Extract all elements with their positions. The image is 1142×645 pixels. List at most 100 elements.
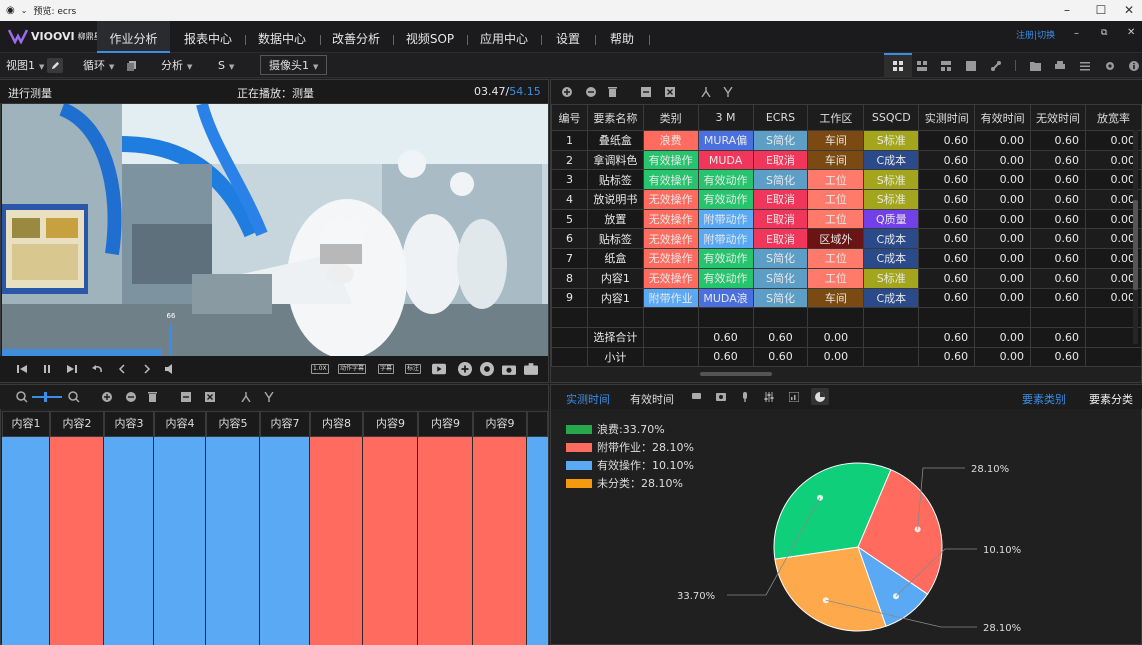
segment-bar[interactable] [363, 437, 418, 645]
col-name[interactable]: 要素名称 [586, 104, 644, 131]
cell-ssqcd[interactable]: S标准 [863, 267, 920, 289]
cell-ssqcd[interactable]: C成本 [863, 228, 920, 250]
segment-bar[interactable] [2, 437, 50, 645]
table-row[interactable]: 4 放说明书 无效操作 有效动作 E取消 工位 S标准 0.60 0.00 0.60 0.00 [551, 189, 1142, 210]
cell-ineffective[interactable]: 0.60 [1030, 208, 1086, 230]
edit-icon[interactable] [47, 58, 63, 73]
video-frame[interactable]: 66 [2, 104, 548, 356]
info-icon[interactable] [1129, 61, 1139, 71]
view-select[interactable]: 视图1 ▼ [6, 53, 44, 78]
cell-3m[interactable]: 有效动作 [697, 189, 754, 210]
menu-help[interactable]: 帮助 [604, 21, 640, 53]
tab-element-class[interactable]: 要素分类 [1089, 391, 1133, 407]
cell-name[interactable]: 纸盒 [586, 248, 644, 269]
seg-remove-icon[interactable] [126, 392, 136, 402]
cell-no[interactable]: 9 [551, 287, 588, 309]
segment-bar[interactable] [310, 437, 363, 645]
cell-name[interactable]: 拿调料色 [586, 149, 644, 171]
col-category[interactable]: 类别 [642, 104, 699, 131]
segment-label[interactable]: 内容3 [104, 411, 154, 437]
tab-effective-time[interactable]: 有效时间 [630, 391, 674, 407]
cell-name[interactable]: 放置 [586, 208, 644, 230]
cell-category[interactable]: 无效操作 [642, 189, 699, 210]
window-menu-icon[interactable]: ◉ [6, 5, 15, 16]
folder-icon[interactable] [1030, 61, 1041, 71]
table-row[interactable]: 1 叠纸盒 浪费 MURA偏 S简化 车间 S标准 0.60 0.00 0.60 0.00 [551, 130, 1142, 151]
segment-label[interactable]: 内容9 [363, 411, 418, 437]
print-icon[interactable] [1055, 61, 1065, 71]
menu-improvement[interactable]: 改善分析 [328, 21, 384, 53]
cell-measured[interactable]: 0.60 [918, 169, 976, 191]
seg-x-box-icon[interactable] [205, 392, 215, 402]
tab-measured-time[interactable]: 实测时间 [566, 391, 610, 407]
link-icon[interactable] [991, 61, 1001, 71]
cell-effective[interactable]: 0.00 [974, 267, 1032, 289]
comment-icon[interactable] [692, 393, 701, 401]
col-effective[interactable]: 有效时间 [974, 104, 1032, 131]
cell-ineffective[interactable]: 0.60 [1030, 248, 1086, 269]
cell-measured[interactable]: 0.60 [918, 287, 976, 309]
cell-3m[interactable]: 附带动作 [697, 228, 754, 250]
cell-ecrs[interactable]: E取消 [752, 208, 809, 230]
cell-category[interactable]: 无效操作 [642, 208, 699, 230]
segment-bar[interactable] [473, 437, 527, 645]
cell-ecrs[interactable]: E取消 [752, 189, 809, 210]
seg-split-icon[interactable] [264, 392, 274, 402]
cell-area[interactable]: 工位 [807, 189, 865, 210]
camera-icon[interactable] [502, 362, 516, 376]
segment-bar[interactable] [154, 437, 206, 645]
segment-bar[interactable] [206, 437, 260, 645]
play-video-icon[interactable] [432, 362, 446, 376]
undo-icon[interactable] [90, 362, 104, 376]
cell-category[interactable]: 有效操作 [642, 169, 699, 191]
col-ineffective[interactable]: 无效时间 [1030, 104, 1086, 131]
menu-report-center[interactable]: 报表中心 [180, 21, 236, 53]
cell-effective[interactable]: 0.00 [974, 169, 1032, 191]
cell-category[interactable]: 无效操作 [642, 248, 699, 269]
cell-category[interactable]: 附带作业 [642, 287, 699, 309]
cell-effective[interactable]: 0.00 [974, 149, 1032, 171]
app-restore-icon[interactable]: ⧉ [1101, 28, 1107, 38]
cell-name[interactable]: 贴标签 [586, 169, 644, 191]
cell-area[interactable]: 工位 [807, 248, 865, 269]
cell-no[interactable]: 2 [551, 149, 588, 171]
cell-effective[interactable]: 0.00 [974, 228, 1032, 250]
pause-icon[interactable] [40, 362, 54, 376]
cell-measured[interactable]: 0.60 [918, 208, 976, 230]
subtitle-action-tag[interactable]: 动作字幕 [338, 364, 367, 374]
cell-name[interactable]: 叠纸盒 [586, 130, 644, 151]
segment-label[interactable]: 内容8 [310, 411, 363, 437]
cell-area[interactable]: 车间 [807, 130, 865, 151]
register-link[interactable]: 注册 [1016, 31, 1034, 41]
cell-ecrs[interactable]: S简化 [752, 130, 809, 151]
cell-ineffective[interactable]: 0.60 [1030, 228, 1086, 250]
col-no[interactable]: 编号 [551, 104, 588, 131]
cell-ssqcd[interactable]: C成本 [863, 149, 920, 171]
cell-category[interactable]: 浪费 [642, 130, 699, 151]
analysis-select[interactable]: 分析 ▼ [161, 53, 192, 78]
cell-no[interactable]: 6 [551, 228, 588, 250]
cell-area[interactable]: 车间 [807, 287, 865, 309]
cell-area[interactable]: 区域外 [807, 228, 865, 250]
add-row-icon[interactable] [562, 87, 572, 97]
segment-label[interactable]: 内容2 [50, 411, 104, 437]
cell-area[interactable]: 工位 [807, 208, 865, 230]
segment-label[interactable]: 内容4 [154, 411, 206, 437]
menu-video-sop[interactable]: 视频SOP [402, 21, 458, 53]
seg-trash-icon[interactable] [148, 392, 157, 402]
add-circle-icon[interactable] [458, 362, 472, 376]
equalizer-icon[interactable] [764, 392, 774, 402]
tab-element-category[interactable]: 要素类别 [1022, 391, 1066, 407]
cell-category[interactable]: 无效操作 [642, 267, 699, 289]
annotate-tag[interactable]: 标注 [405, 364, 422, 374]
segment-bar[interactable] [50, 437, 104, 645]
close-icon[interactable]: ✕ [1112, 0, 1142, 21]
briefcase-icon[interactable] [524, 362, 538, 376]
cell-3m[interactable]: 附带动作 [697, 208, 754, 230]
remove-row-icon[interactable] [586, 87, 596, 97]
cell-ssqcd[interactable]: S标准 [863, 169, 920, 191]
cell-no[interactable]: 5 [551, 208, 588, 230]
cell-ineffective[interactable]: 0.60 [1030, 169, 1086, 191]
col-ssqcd[interactable]: SSQCD [863, 104, 920, 131]
zoom-slider-thumb[interactable] [44, 392, 47, 402]
